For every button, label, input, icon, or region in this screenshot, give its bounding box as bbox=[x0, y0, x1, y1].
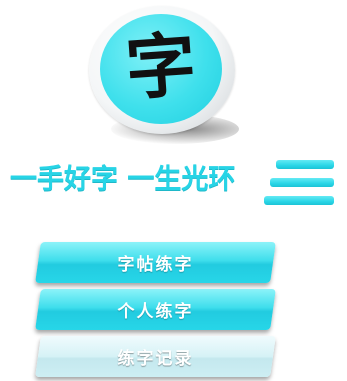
personal-practice-label: 个人练字 bbox=[117, 302, 194, 322]
menu-lines-icon bbox=[264, 160, 336, 210]
logo-character: 字 bbox=[123, 22, 199, 111]
logo-badge: 字 bbox=[89, 6, 235, 134]
logo-inner-circle: 字 bbox=[100, 14, 222, 124]
stripe-line bbox=[264, 196, 334, 205]
copybook-practice-label: 字帖练字 bbox=[117, 255, 194, 275]
slogan-text: 一手好字 一生光环 bbox=[10, 164, 236, 195]
practice-record-label: 练字记录 bbox=[117, 349, 194, 369]
app-logo: 字 bbox=[89, 6, 239, 151]
stripe-line bbox=[276, 160, 334, 169]
copybook-practice-button[interactable]: 字帖练字 bbox=[35, 242, 276, 283]
practice-record-button[interactable]: 练字记录 bbox=[35, 336, 276, 377]
personal-practice-button[interactable]: 个人练字 bbox=[35, 289, 276, 330]
stripe-line bbox=[270, 178, 334, 187]
